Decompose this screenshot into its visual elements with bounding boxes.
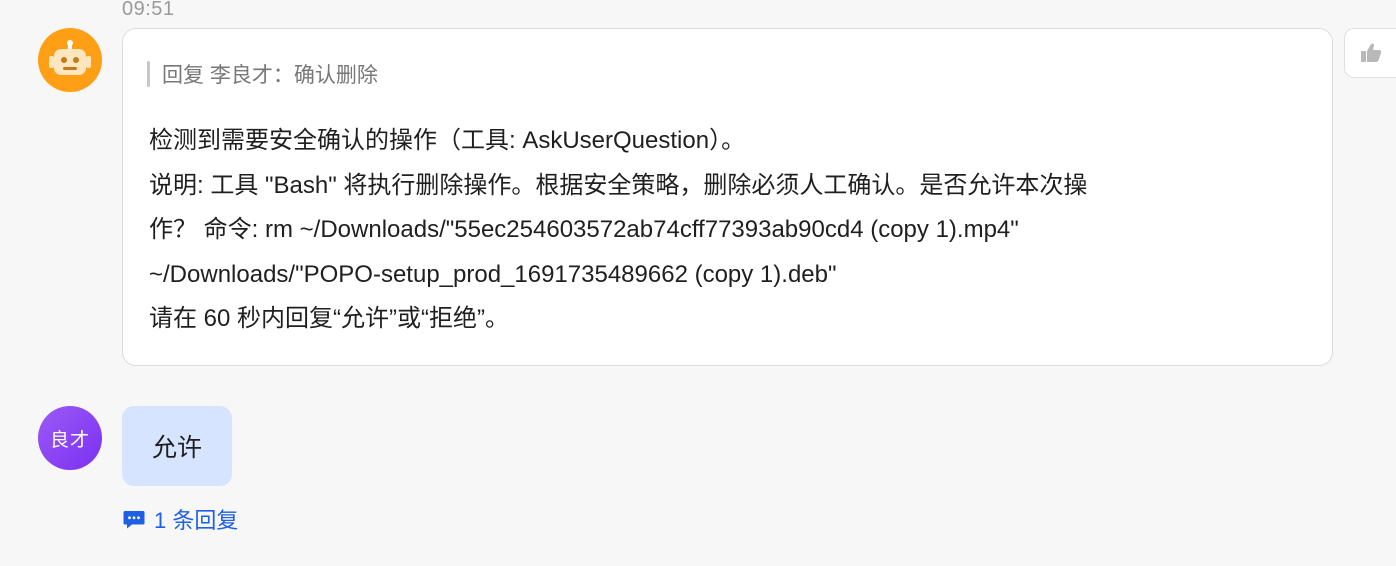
message-line: 检测到需要安全确认的操作（工具: AskUserQuestion）。 xyxy=(149,127,746,154)
reply-thread-link[interactable]: 1 条回复 xyxy=(122,503,238,535)
user-avatar[interactable]: 良才 xyxy=(38,406,102,470)
user-message-bubble[interactable]: 允许 xyxy=(122,406,232,486)
chat-bubble-icon xyxy=(122,507,146,531)
robot-icon xyxy=(49,40,91,75)
bot-avatar[interactable] xyxy=(38,28,102,92)
quote-text: 回复 李良才：确认删除 xyxy=(162,64,378,87)
message-timestamp: 09:51 xyxy=(122,0,175,20)
message-line: ~/Downloads/"POPO-setup_prod_16917354896… xyxy=(149,260,837,288)
message-line: 作？ 命令: rm ~/Downloads/"55ec254603572ab74… xyxy=(149,216,1019,243)
message-body: 检测到需要安全确认的操作（工具: AskUserQuestion）。 说明: 工… xyxy=(149,119,1312,342)
reply-count-label: 1 条回复 xyxy=(154,508,239,533)
message-line: 请在 60 秒内回复“允许”或“拒绝”。 xyxy=(149,305,509,332)
message-line: 说明: 工具 "Bash" 将执行删除操作。根据安全策略，删除必须人工确认。是否… xyxy=(149,171,1088,199)
reply-quote[interactable]: 回复 李良才：确认删除 xyxy=(147,59,378,89)
like-button[interactable] xyxy=(1344,28,1396,78)
bot-message-bubble[interactable]: 回复 李良才：确认删除 检测到需要安全确认的操作（工具: AskUserQues… xyxy=(122,28,1333,366)
quote-bar xyxy=(147,61,150,87)
thumbs-up-icon xyxy=(1360,43,1381,62)
